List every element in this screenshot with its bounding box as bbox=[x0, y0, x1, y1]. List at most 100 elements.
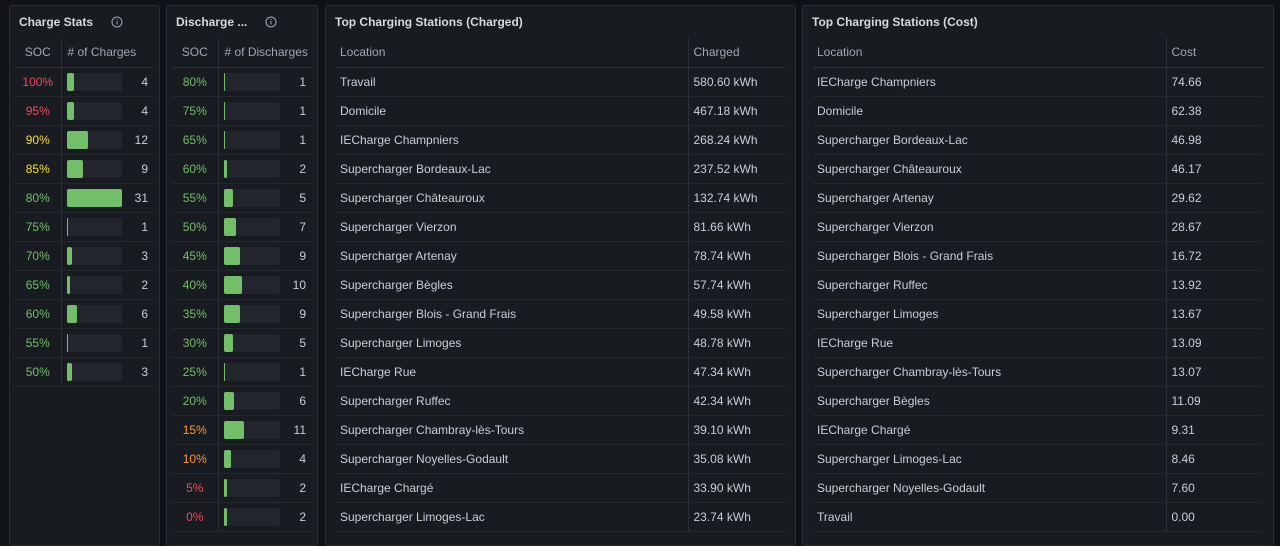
panel-title: Discharge ... bbox=[176, 15, 248, 29]
value-cell: 57.74 kWh bbox=[687, 270, 785, 300]
value-cell: 62.38 bbox=[1165, 96, 1263, 126]
table-row: Supercharger Bègles 11.09 bbox=[813, 386, 1263, 416]
gauge-fill bbox=[223, 217, 237, 236]
value-cell: 0.00 bbox=[1165, 502, 1263, 532]
column-header-location[interactable]: Location bbox=[813, 38, 1166, 68]
gauge-fill bbox=[66, 130, 88, 149]
table-row: IECharge Champniers 268.24 kWh bbox=[336, 125, 785, 155]
column-header-soc[interactable]: SOC bbox=[15, 38, 62, 68]
panel-header: Top Charging Stations (Cost) bbox=[803, 6, 1273, 38]
location-cell: IECharge Rue bbox=[336, 357, 688, 387]
discharge-stats-table: SOC # of Discharges 80% 1 75% 1 65% 1 60% 2 55% 5… bbox=[172, 38, 312, 532]
count-cell: 9 bbox=[218, 299, 312, 329]
soc-value: 25% bbox=[172, 357, 219, 387]
discharge-stats-panel: Discharge ... SOC # of Discharges 80% 1 75… bbox=[166, 5, 318, 546]
value-cell: 46.98 bbox=[1165, 125, 1263, 155]
location-cell: Supercharger Noyelles-Godault bbox=[813, 473, 1166, 503]
gauge-fill bbox=[223, 275, 242, 294]
table-row: Domicile 467.18 kWh bbox=[336, 96, 785, 126]
value-cell: 8.46 bbox=[1165, 444, 1263, 474]
value-cell: 74.66 bbox=[1165, 67, 1263, 97]
count-cell: 3 bbox=[61, 241, 154, 271]
count-value: 31 bbox=[134, 190, 148, 205]
value-cell: 13.67 bbox=[1165, 299, 1263, 329]
value-cell: 13.09 bbox=[1165, 328, 1263, 358]
table-row: Supercharger Ruffec 13.92 bbox=[813, 270, 1263, 300]
count-cell: 12 bbox=[61, 125, 154, 155]
soc-value: 60% bbox=[15, 299, 62, 329]
gauge-track bbox=[66, 101, 122, 120]
count-cell: 11 bbox=[218, 415, 312, 445]
count-value: 4 bbox=[299, 451, 306, 466]
gauge-track bbox=[223, 72, 280, 91]
column-header-soc[interactable]: SOC bbox=[172, 38, 219, 68]
column-header-count[interactable]: # of Charges bbox=[61, 38, 154, 68]
location-cell: IECharge Champniers bbox=[336, 125, 688, 155]
location-cell: Travail bbox=[813, 502, 1166, 532]
value-cell: 28.67 bbox=[1165, 212, 1263, 242]
table-row: 55% 1 bbox=[15, 328, 154, 358]
location-cell: Supercharger Ruffec bbox=[813, 270, 1166, 300]
gauge-fill bbox=[66, 304, 78, 323]
table-row: IECharge Rue 13.09 bbox=[813, 328, 1263, 358]
value-cell: 23.74 kWh bbox=[687, 502, 785, 532]
count-cell: 4 bbox=[61, 96, 154, 126]
table-row: 45% 9 bbox=[172, 241, 312, 271]
panel-title: Top Charging Stations (Cost) bbox=[812, 15, 978, 29]
column-header-location[interactable]: Location bbox=[336, 38, 688, 68]
location-cell: Supercharger Bègles bbox=[813, 386, 1166, 416]
count-cell: 2 bbox=[218, 502, 312, 532]
value-cell: 13.07 bbox=[1165, 357, 1263, 387]
count-cell: 2 bbox=[61, 270, 154, 300]
count-value: 2 bbox=[299, 509, 306, 524]
table-row: Supercharger Vierzon 28.67 bbox=[813, 212, 1263, 242]
value-cell: 46.17 bbox=[1165, 154, 1263, 184]
location-cell: Supercharger Chambray-lès-Tours bbox=[336, 415, 688, 445]
gauge-track bbox=[66, 159, 122, 178]
location-cell: Supercharger Chambray-lès-Tours bbox=[813, 357, 1166, 387]
value-cell: 16.72 bbox=[1165, 241, 1263, 271]
column-header-count[interactable]: # of Discharges bbox=[218, 38, 312, 68]
soc-value: 65% bbox=[172, 125, 219, 155]
location-cell: Supercharger Châteauroux bbox=[336, 183, 688, 213]
soc-value: 60% bbox=[172, 154, 219, 184]
column-header-charged[interactable]: Charged bbox=[687, 38, 785, 68]
soc-value: 85% bbox=[15, 154, 62, 184]
count-value: 1 bbox=[299, 74, 306, 89]
count-cell: 5 bbox=[218, 183, 312, 213]
info-icon[interactable] bbox=[111, 16, 123, 28]
count-cell: 6 bbox=[61, 299, 154, 329]
gauge-track bbox=[66, 188, 122, 207]
gauge-fill bbox=[66, 362, 72, 381]
column-header-cost[interactable]: Cost bbox=[1165, 38, 1263, 68]
value-cell: 48.78 kWh bbox=[687, 328, 785, 358]
count-cell: 3 bbox=[61, 357, 154, 387]
location-cell: Supercharger Artenay bbox=[336, 241, 688, 271]
count-value: 6 bbox=[299, 393, 306, 408]
location-cell: Supercharger Ruffec bbox=[336, 386, 688, 416]
table-row: Travail 0.00 bbox=[813, 502, 1263, 532]
table-row: 35% 9 bbox=[172, 299, 312, 329]
count-cell: 5 bbox=[218, 328, 312, 358]
soc-value: 90% bbox=[15, 125, 62, 155]
location-cell: Supercharger Vierzon bbox=[813, 212, 1166, 242]
table-row: Supercharger Bègles 57.74 kWh bbox=[336, 270, 785, 300]
table-row: 15% 11 bbox=[172, 415, 312, 445]
table-row: Supercharger Blois - Grand Frais 16.72 bbox=[813, 241, 1263, 271]
count-cell: 9 bbox=[218, 241, 312, 271]
count-value: 1 bbox=[299, 132, 306, 147]
gauge-fill bbox=[66, 246, 72, 265]
info-icon[interactable] bbox=[265, 16, 277, 28]
table-row: Supercharger Limoges 13.67 bbox=[813, 299, 1263, 329]
count-value: 9 bbox=[141, 161, 148, 176]
panel-title: Top Charging Stations (Charged) bbox=[335, 15, 523, 29]
panel-header: Discharge ... bbox=[167, 6, 317, 38]
location-cell: Supercharger Limoges-Lac bbox=[336, 502, 688, 532]
table-row: 75% 1 bbox=[15, 212, 154, 242]
table-row: IECharge Chargé 9.31 bbox=[813, 415, 1263, 445]
soc-value: 50% bbox=[172, 212, 219, 242]
soc-value: 35% bbox=[172, 299, 219, 329]
panel-title: Charge Stats bbox=[19, 15, 94, 29]
location-cell: Travail bbox=[336, 67, 688, 97]
soc-value: 30% bbox=[172, 328, 219, 358]
